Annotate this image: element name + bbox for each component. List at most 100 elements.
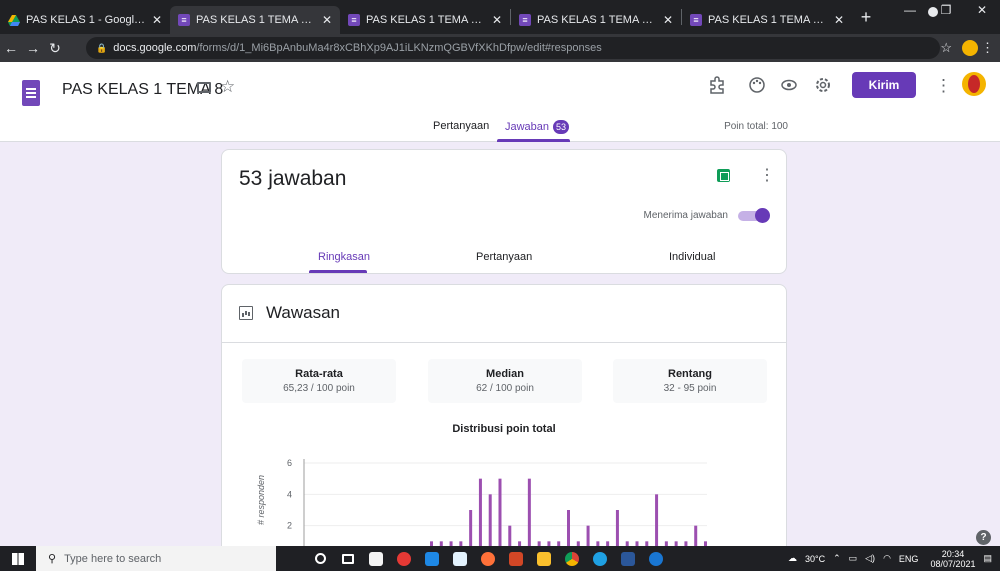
system-tray: ☁ 30°C ⌃ ▭ ◁) ◠ ENG 20:34 08/07/2021 ▤	[780, 546, 992, 571]
folder-icon[interactable]	[197, 82, 211, 93]
lock-icon: 🔒	[96, 42, 108, 53]
browser-toolbar: ← → ↻ 🔒 docs.google.com /forms/d/1_Mi6Bp…	[0, 34, 1000, 62]
google-sheets-icon[interactable]	[717, 169, 730, 182]
more-options-icon[interactable]: ⋮	[935, 76, 952, 96]
close-icon[interactable]: ✕	[152, 13, 162, 27]
notifications-icon[interactable]: ▤	[983, 553, 992, 564]
help-app-icon[interactable]	[642, 546, 670, 571]
tab-responses[interactable]: Jawaban 53	[505, 120, 570, 134]
taskbar-search[interactable]: ⚲ Type here to search	[36, 546, 276, 571]
back-icon[interactable]: ←	[0, 40, 22, 56]
stat-label: Rentang	[668, 368, 712, 380]
minimize-icon[interactable]: —	[892, 0, 928, 20]
clock[interactable]: 20:34 08/07/2021	[930, 549, 975, 569]
y-tick-label: 2	[287, 521, 292, 531]
tab-title: PAS KELAS 1 TEMA 6 - Googl	[537, 14, 657, 26]
preview-eye-icon[interactable]	[778, 76, 800, 98]
tab-title: PAS KELAS 1 TEMA 5 - Googl	[708, 14, 828, 26]
powerpoint-icon[interactable]	[502, 546, 530, 571]
url-path: /forms/d/1_Mi6BpAnbuMa4r8xCBhXp9AJ1iLKNz…	[196, 42, 602, 54]
stat-label: Median	[486, 368, 524, 380]
subtab-summary[interactable]: Ringkasan	[318, 251, 370, 263]
form-tabs: Pertanyaan Jawaban 53 Poin total: 100	[0, 117, 1000, 142]
google-forms-icon: ≡	[178, 14, 190, 26]
active-subtab-indicator	[309, 270, 367, 273]
y-axis-label: # responden	[256, 475, 266, 525]
google-forms-logo-icon[interactable]	[22, 80, 40, 106]
browser-tab[interactable]: ≡ PAS KELAS 1 TEMA 6 - Googl ✕	[511, 6, 681, 34]
reload-icon[interactable]: ↻	[44, 40, 66, 57]
browser-tab[interactable]: ≡ PAS KELAS 1 TEMA 7 - Googl ✕	[340, 6, 510, 34]
mail-icon[interactable]	[418, 546, 446, 571]
accepting-responses-toggle[interactable]	[738, 208, 770, 223]
weather-temp[interactable]: 30°C	[805, 554, 825, 564]
points-distribution-chart: # responden 6 4 2	[256, 458, 707, 554]
task-view-icon[interactable]	[334, 546, 362, 571]
stat-label: Rata-rata	[295, 368, 343, 380]
wifi-icon[interactable]: ◠	[883, 553, 891, 564]
flash-app-icon[interactable]	[390, 546, 418, 571]
chevron-up-icon[interactable]: ⌃	[833, 553, 841, 564]
google-forms-icon: ≡	[690, 14, 702, 26]
firefox-icon[interactable]	[474, 546, 502, 571]
chrome-icon[interactable]	[558, 546, 586, 571]
help-icon[interactable]: ?	[976, 530, 991, 545]
close-icon[interactable]: ✕	[663, 13, 673, 27]
insights-title: Wawasan	[266, 303, 341, 322]
close-icon[interactable]: ✕	[834, 13, 844, 27]
word-icon[interactable]	[614, 546, 642, 571]
windows-start-icon[interactable]	[0, 546, 36, 571]
address-bar[interactable]: 🔒 docs.google.com /forms/d/1_Mi6BpAnbuMa…	[86, 37, 940, 59]
chart-bar[interactable]	[478, 478, 482, 554]
browser-tab-active[interactable]: ≡ PAS KELAS 1 TEMA 8 - Googl ✕	[170, 6, 340, 34]
profile-avatar-icon[interactable]	[962, 40, 978, 56]
palette-icon[interactable]	[746, 76, 768, 98]
file-explorer-icon[interactable]	[530, 546, 558, 571]
clock-date: 08/07/2021	[930, 558, 976, 569]
new-tab-button[interactable]: +	[852, 7, 880, 28]
tab-title: PAS KELAS 1 TEMA 8 - Googl	[196, 14, 316, 26]
tab-title: PAS KELAS 1 TEMA 7 - Googl	[366, 14, 486, 26]
bookmark-star-icon[interactable]: ☆	[940, 40, 952, 56]
cortana-icon[interactable]	[306, 546, 334, 571]
star-icon[interactable]: ☆	[220, 77, 235, 97]
close-icon[interactable]: ✕	[492, 13, 502, 27]
divider	[222, 342, 786, 343]
close-icon[interactable]: ✕	[322, 13, 332, 27]
points-total: Poin total: 100	[724, 121, 788, 132]
y-tick-label: 6	[287, 458, 292, 468]
browser-tab-strip: PAS KELAS 1 - Google Drive ✕ ≡ PAS KELAS…	[0, 0, 1000, 34]
store-icon[interactable]	[362, 546, 390, 571]
chart-bar[interactable]	[498, 478, 502, 554]
chart-bar[interactable]	[527, 478, 531, 554]
restore-icon[interactable]: ❐	[928, 0, 964, 20]
send-button[interactable]: Kirim	[852, 72, 916, 98]
addon-puzzle-icon[interactable]	[706, 76, 728, 98]
stat-value: 65,23 / 100 poin	[283, 383, 355, 394]
more-options-icon[interactable]: ⋮	[759, 165, 775, 185]
subtab-individual[interactable]: Individual	[669, 251, 715, 263]
browser-tab[interactable]: ≡ PAS KELAS 1 TEMA 5 - Googl ✕	[682, 6, 852, 34]
insights-chart-icon	[239, 306, 253, 320]
weather-icon[interactable]: ☁	[788, 553, 797, 564]
windows-taskbar: ⚲ Type here to search ☁ 30°C ⌃ ▭ ◁) ◠ EN…	[0, 546, 1000, 571]
responses-summary-card: 53 jawaban ⋮ Menerima jawaban Ringkasan …	[221, 149, 787, 274]
stat-value: 32 - 95 poin	[663, 383, 717, 394]
dropbox-icon[interactable]	[446, 546, 474, 571]
forward-icon[interactable]: →	[22, 40, 44, 56]
window-close-icon[interactable]: ✕	[964, 0, 1000, 20]
stat-median: Median 62 / 100 poin	[428, 359, 582, 403]
language-indicator[interactable]: ENG	[899, 554, 919, 564]
y-tick-label: 4	[287, 489, 292, 499]
browser-menu-icon[interactable]: ⋮	[981, 40, 994, 56]
edge-icon[interactable]	[586, 546, 614, 571]
tab-title: PAS KELAS 1 - Google Drive	[26, 14, 146, 26]
browser-tab[interactable]: PAS KELAS 1 - Google Drive ✕	[0, 6, 170, 34]
settings-gear-icon[interactable]	[812, 76, 834, 98]
tab-questions[interactable]: Pertanyaan	[433, 120, 489, 132]
subtab-question[interactable]: Pertanyaan	[476, 251, 532, 263]
account-avatar[interactable]	[962, 72, 986, 96]
volume-icon[interactable]: ◁)	[865, 553, 875, 564]
battery-icon[interactable]: ▭	[849, 553, 858, 564]
forms-header: PAS KELAS 1 TEMA 8 ☆ Kirim ⋮ Pertanyaan …	[0, 62, 1000, 142]
